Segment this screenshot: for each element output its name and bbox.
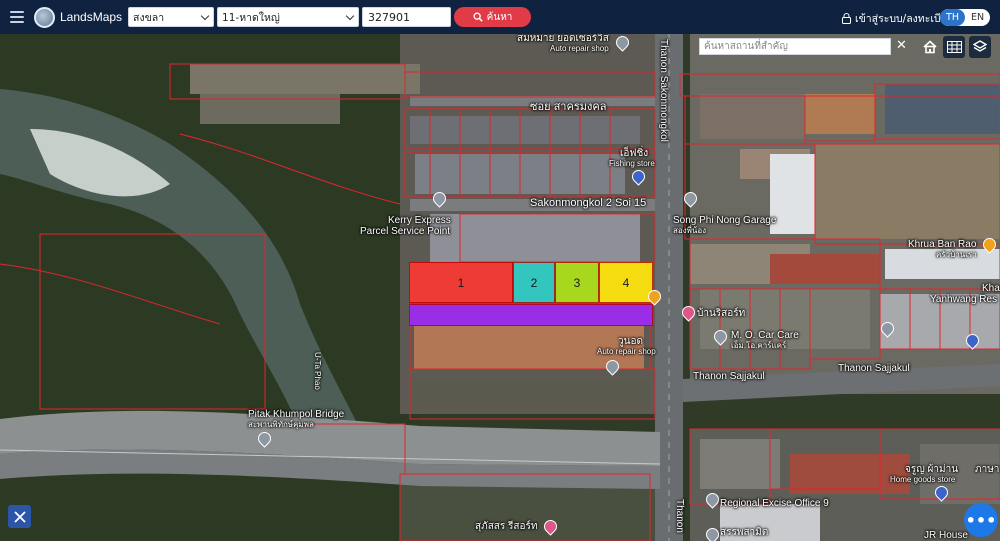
road-label: Thanon Sajjakul <box>838 363 910 374</box>
map-label: Fishing store <box>609 159 655 168</box>
province-select-value: สงขลา <box>133 11 165 24</box>
map-label: บ้านริสอร์ท <box>697 308 746 319</box>
map-label: Sakonmongkol 2 Soi 15 <box>530 197 647 209</box>
road-label: Thanon Sajjakul <box>693 371 765 382</box>
province-select[interactable]: สงขลา <box>128 7 215 27</box>
map-label: จรูญ ผ้าม่าน <box>905 464 959 475</box>
plot-3-label: 3 <box>573 275 581 290</box>
map-label: Yanhwang Res <box>930 294 998 305</box>
more-options-button[interactable]: ••• <box>964 503 998 537</box>
map-label: ครัวบ้านเรา <box>936 250 977 259</box>
top-bar: LandsMaps สงขลา 11-หาดใหญ่ 327901 ค้นหา … <box>0 0 1000 34</box>
map-label: เอ็ฟชิ่ง <box>620 148 649 159</box>
grid-button[interactable] <box>943 36 965 58</box>
map-label: Song Phi Nong Garage <box>673 215 777 226</box>
home-icon <box>923 40 937 54</box>
map-label: Thanon Sakonmongkol <box>658 39 669 142</box>
map-label: M. O. Car Care <box>731 330 799 341</box>
river-label: U-Ta Phao <box>313 352 322 390</box>
brand-name: LandsMaps <box>60 10 123 24</box>
lang-th-button[interactable]: TH <box>940 9 965 26</box>
bridge-label: สะพานพิทักษ์คุมพล <box>248 420 314 429</box>
map-label: สมหมาย ยอดเซอร์วิส <box>517 34 609 44</box>
district-select-value: 11-หาดใหญ่ <box>222 11 280 24</box>
map-label: เอ็ม.โอ.คาร์แคร์ <box>731 341 787 350</box>
map-label: ภาษา <box>975 464 1000 475</box>
map-label: Kha <box>982 283 1000 294</box>
map-label: สรรพสามิต <box>720 527 769 538</box>
map-label: Parcel Service Point <box>360 226 451 237</box>
plot-1[interactable]: 1 <box>409 262 513 303</box>
tools-icon <box>13 510 26 523</box>
access-strip-plot[interactable] <box>409 304 653 326</box>
map-label: Regional Excise Office 9 <box>720 498 829 509</box>
landsmaps-logo[interactable] <box>34 6 55 28</box>
plot-4-label: 4 <box>622 275 630 290</box>
search-button-label: ค้นหา <box>486 11 513 23</box>
plot-3[interactable]: 3 <box>555 262 599 303</box>
map-label: Home goods store <box>890 475 956 484</box>
map-label: วูนอด <box>618 336 643 347</box>
bridge-label: Pitak Khumpol Bridge <box>248 409 345 420</box>
district-select[interactable]: 11-หาดใหญ่ <box>217 7 360 27</box>
plot-4[interactable]: 4 <box>599 262 653 303</box>
map-label: สุภัสสร รีสอร์ท <box>475 521 538 532</box>
close-icon[interactable]: ✕ <box>896 39 907 52</box>
menu-icon[interactable] <box>0 0 34 34</box>
chevron-down-icon <box>200 11 210 21</box>
search-icon <box>473 12 483 22</box>
lang-en-button[interactable]: EN <box>965 9 990 26</box>
chevron-down-icon <box>345 11 355 21</box>
lock-icon <box>842 13 851 24</box>
satellite-map[interactable]: 1 2 3 4 สมหมาย ยอดเซอร์วิส Auto repair s… <box>0 34 1000 541</box>
language-toggle[interactable]: TH EN <box>940 9 990 26</box>
map-label: Khrua Ban Rao <box>908 239 977 250</box>
map-label: Auto repair shop <box>597 347 656 356</box>
map-label: ซอย สาครมงคล <box>530 101 607 113</box>
map-label: Kerry Express <box>388 215 451 226</box>
tools-button[interactable] <box>8 505 31 528</box>
login-link[interactable]: เข้าสู่ระบบ/ลงทะเบียน <box>842 10 954 27</box>
layers-button[interactable] <box>969 36 991 58</box>
plot-2[interactable]: 2 <box>513 262 555 303</box>
plot-1-label: 1 <box>457 275 465 290</box>
home-button[interactable] <box>919 36 941 58</box>
map-label: สองพี่น้อง <box>673 226 707 235</box>
map-label: JR House <box>924 530 968 541</box>
road-label: Thanon <box>674 499 685 533</box>
place-search-input[interactable]: ค้นหาสถานที่สำคัญ <box>699 38 891 55</box>
parcel-number-input[interactable]: 327901 <box>362 7 452 27</box>
grid-icon <box>946 41 962 53</box>
layers-icon <box>973 40 987 52</box>
more-dots-icon: ••• <box>965 510 997 530</box>
map-label: Auto repair shop <box>550 44 609 53</box>
plot-2-label: 2 <box>530 275 538 290</box>
search-button[interactable]: ค้นหา <box>454 7 532 27</box>
